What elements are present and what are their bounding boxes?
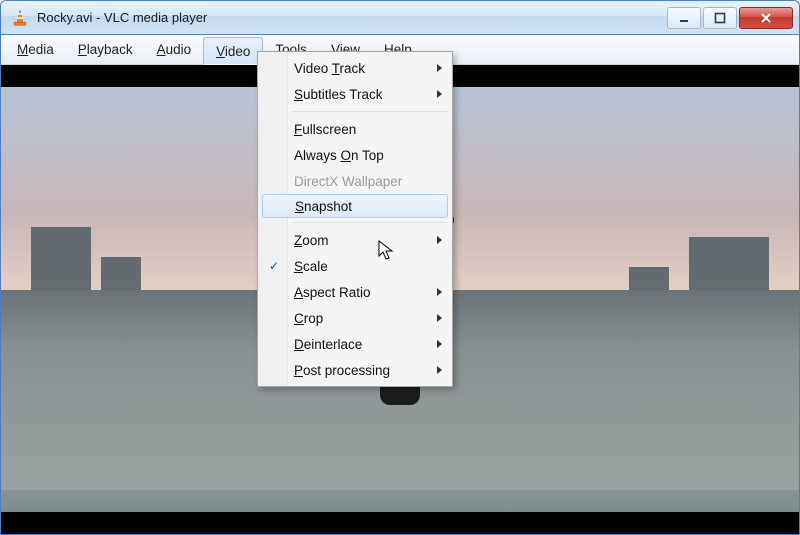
menu-item-label: Subtitles Track — [294, 87, 383, 102]
menu-audio[interactable]: Audio — [145, 35, 204, 64]
check-icon: ✓ — [269, 259, 279, 273]
menu-video[interactable]: Video — [203, 37, 263, 65]
menu-playback[interactable]: Playback — [66, 35, 145, 64]
cursor-icon — [378, 240, 396, 267]
video-menu-zoom[interactable]: Zoom — [260, 227, 450, 253]
menu-item-label: Video Track — [294, 61, 365, 76]
menu-separator — [292, 222, 448, 223]
titlebar[interactable]: Rocky.avi - VLC media player — [1, 1, 799, 35]
menu-item-label: Zoom — [294, 233, 329, 248]
submenu-arrow-icon — [437, 236, 442, 244]
video-menu-crop[interactable]: Crop — [260, 305, 450, 331]
video-menu-video-track[interactable]: Video Track — [260, 55, 450, 81]
close-button[interactable] — [739, 7, 793, 29]
video-menu-directx-wallpaper: DirectX Wallpaper — [260, 168, 450, 194]
submenu-arrow-icon — [437, 64, 442, 72]
video-menu-snapshot[interactable]: Snapshot — [262, 194, 448, 218]
window-title: Rocky.avi - VLC media player — [37, 10, 207, 25]
video-menu-deinterlace[interactable]: Deinterlace — [260, 331, 450, 357]
menu-item-label: Post processing — [294, 363, 390, 378]
menu-item-label: Deinterlace — [294, 337, 362, 352]
video-menu-aspect-ratio[interactable]: Aspect Ratio — [260, 279, 450, 305]
submenu-arrow-icon — [437, 314, 442, 322]
menu-item-label: Snapshot — [295, 199, 352, 214]
menu-item-label: DirectX Wallpaper — [294, 174, 402, 189]
menu-item-label: Scale — [294, 259, 328, 274]
submenu-arrow-icon — [437, 288, 442, 296]
video-menu-post-processing[interactable]: Post processing — [260, 357, 450, 383]
maximize-button[interactable] — [703, 7, 737, 29]
video-menu-dropdown: Video Track Subtitles Track Fullscreen Alwa… — [257, 51, 453, 387]
menu-item-label: Crop — [294, 311, 323, 326]
video-menu-subtitles-track[interactable]: Subtitles Track — [260, 81, 450, 107]
vlc-cone-icon — [11, 9, 29, 27]
video-menu-always-on-top[interactable]: Always On Top — [260, 142, 450, 168]
menu-item-label: Fullscreen — [294, 122, 356, 137]
menu-item-label: Always On Top — [294, 148, 384, 163]
menu-item-label: Aspect Ratio — [294, 285, 371, 300]
submenu-arrow-icon — [437, 340, 442, 348]
menu-separator — [292, 111, 448, 112]
menu-media[interactable]: Media — [5, 35, 66, 64]
submenu-arrow-icon — [437, 366, 442, 374]
video-menu-scale[interactable]: ✓ Scale — [260, 253, 450, 279]
window-controls — [667, 7, 793, 29]
submenu-arrow-icon — [437, 90, 442, 98]
minimize-button[interactable] — [667, 7, 701, 29]
video-menu-fullscreen[interactable]: Fullscreen — [260, 116, 450, 142]
